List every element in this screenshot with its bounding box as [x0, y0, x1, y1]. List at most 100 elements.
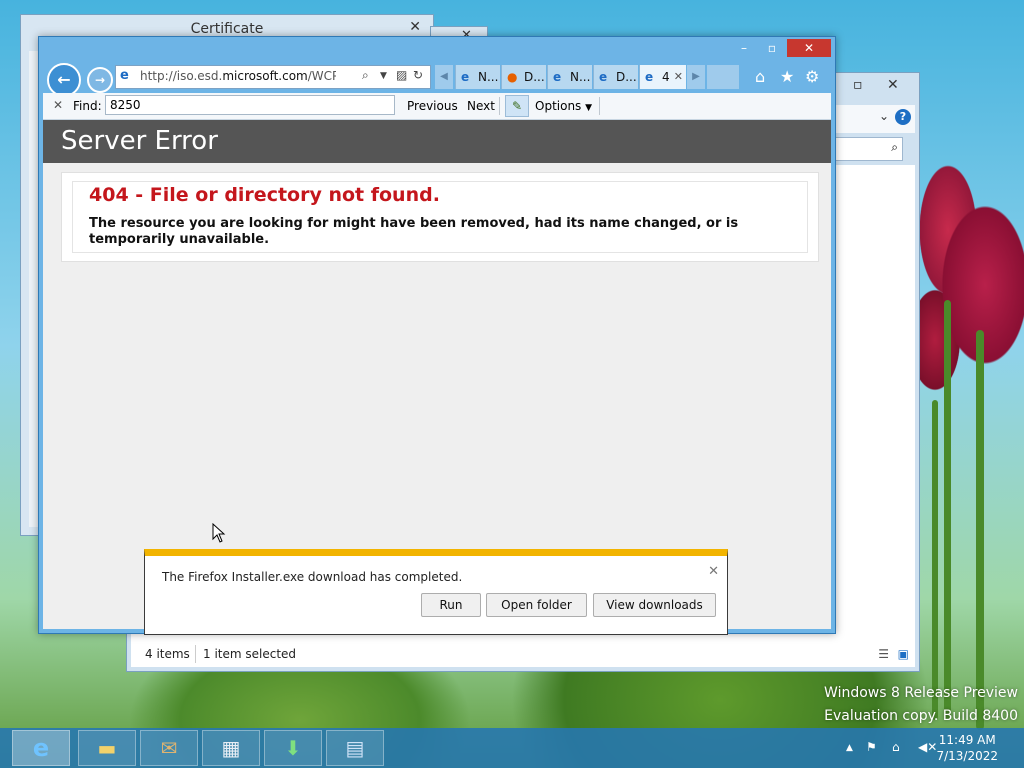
taskbar-internet-explorer[interactable]: e: [12, 730, 70, 766]
tab[interactable]: e D...: [593, 65, 638, 89]
network-icon[interactable]: ⌂: [892, 740, 900, 754]
gear-icon[interactable]: ⚙: [805, 67, 819, 86]
find-options-label: Options: [535, 99, 582, 113]
status-selection-count: 1 item selected: [203, 647, 297, 661]
ie-icon: e: [120, 68, 129, 83]
status-bar: 4 items 1 item selected ☰ ▣: [131, 641, 915, 667]
tab-scroll-right-icon[interactable]: ▶: [687, 65, 705, 89]
mouse-pointer-icon: [212, 523, 226, 543]
close-icon[interactable]: ✕: [887, 77, 899, 93]
run-button[interactable]: Run: [421, 593, 481, 617]
large-icons-view-icon[interactable]: ▣: [898, 647, 909, 661]
help-icon[interactable]: ?: [895, 109, 911, 125]
close-icon[interactable]: ✕: [708, 564, 719, 579]
tulip-stem: [944, 300, 951, 720]
address-bar[interactable]: e http://iso.esd.microsoft.com/WCPDL/BD'…: [115, 65, 431, 89]
find-divider: [599, 97, 600, 115]
chevron-down-icon[interactable]: ▼: [380, 71, 387, 81]
tab-label: 4: [662, 70, 670, 84]
find-label: Find:: [73, 99, 102, 113]
navigation-bar: ← → e http://iso.esd.microsoft.com/WCPDL…: [39, 61, 835, 97]
show-hidden-icons[interactable]: ▲: [846, 743, 853, 753]
compatibility-view-icon[interactable]: ▨: [396, 68, 407, 82]
status-divider: [195, 645, 196, 663]
tab-scroll-left-icon[interactable]: ◀: [435, 65, 453, 89]
find-previous-button[interactable]: Previous: [407, 99, 458, 113]
maximize-icon[interactable]: ▫: [853, 77, 863, 93]
ie-icon: e: [553, 70, 562, 84]
url-domain: microsoft.com: [222, 69, 308, 83]
error-message: The resource you are looking for might h…: [89, 216, 739, 247]
find-input[interactable]: [105, 95, 395, 115]
control-panel-icon: ▤: [345, 736, 365, 760]
view-downloads-button[interactable]: View downloads: [593, 593, 716, 617]
calendar-icon: ▦: [221, 736, 241, 760]
download-notification: The Firefox Installer.exe download has c…: [144, 549, 728, 635]
favorites-icon[interactable]: ★: [780, 67, 794, 86]
close-button[interactable]: ✕: [787, 39, 831, 57]
tab-active[interactable]: e 4 ✕: [639, 65, 686, 89]
close-icon[interactable]: ✕: [409, 19, 421, 35]
refresh-icon[interactable]: ↻: [413, 68, 423, 82]
minimize-button[interactable]: –: [731, 39, 757, 57]
tab-label: D...: [616, 70, 637, 84]
certificate-icon: ✉: [160, 736, 178, 760]
status-item-count: 4 items: [145, 647, 190, 661]
error-panel-inner: 404 - File or directory not found. The r…: [72, 181, 808, 253]
error-heading: 404 - File or directory not found.: [89, 184, 440, 206]
taskbar-file-explorer[interactable]: ▬: [78, 730, 136, 766]
taskbar-control-panel[interactable]: ▤: [326, 730, 384, 766]
download-message: The Firefox Installer.exe download has c…: [162, 570, 463, 584]
tab[interactable]: e N...: [455, 65, 500, 89]
maximize-button[interactable]: ▫: [759, 39, 785, 57]
system-clock[interactable]: 11:49 AM 7/13/2022: [936, 732, 998, 764]
url-path: /WCPDL/BD': [307, 69, 336, 83]
watermark-line2: Evaluation copy. Build 8400: [824, 708, 1018, 724]
taskbar-task-scheduler[interactable]: ▦: [202, 730, 260, 766]
tab-label: N...: [570, 70, 591, 84]
tab-label: D...: [524, 70, 545, 84]
download-icon: ⬇: [284, 736, 302, 760]
ie-icon: e: [461, 70, 470, 84]
address-url[interactable]: http://iso.esd.microsoft.com/WCPDL/BD': [140, 69, 336, 83]
close-icon[interactable]: ✕: [53, 98, 63, 112]
chevron-down-icon[interactable]: ⌄: [879, 109, 889, 123]
open-folder-button[interactable]: Open folder: [486, 593, 587, 617]
tulip-stem: [932, 400, 938, 720]
find-next-button[interactable]: Next: [467, 99, 495, 113]
tab-label: N...: [478, 70, 499, 84]
search-icon[interactable]: ⌕: [362, 68, 369, 83]
ie-icon: e: [599, 70, 608, 84]
page-title: Server Error: [43, 120, 831, 163]
tab[interactable]: e N...: [547, 65, 592, 89]
new-tab-button[interactable]: [707, 65, 739, 89]
details-view-icon[interactable]: ☰: [878, 647, 889, 661]
browser-window[interactable]: – ▫ ✕ ← → e http://iso.esd.microsoft.com…: [38, 36, 836, 634]
tulip-stem: [976, 330, 984, 730]
clock-time: 11:49 AM: [938, 733, 996, 747]
error-panel: 404 - File or directory not found. The r…: [61, 172, 819, 262]
tab[interactable]: ● D...: [501, 65, 546, 89]
find-options-button[interactable]: Options ▼: [535, 99, 592, 113]
ie-icon: e: [32, 734, 50, 762]
volume-muted-icon[interactable]: ◀✕: [918, 740, 937, 754]
search-icon[interactable]: ⌕: [891, 140, 898, 155]
highlight-icon[interactable]: ✎: [505, 95, 529, 117]
forward-button[interactable]: →: [87, 67, 113, 93]
back-button[interactable]: ←: [47, 63, 81, 97]
home-icon[interactable]: ⌂: [755, 67, 765, 86]
find-divider: [499, 97, 500, 115]
watermark-line1: Windows 8 Release Preview: [824, 685, 1018, 701]
certificate-window-title: Certificate: [190, 21, 264, 37]
chevron-down-icon: ▼: [585, 103, 593, 113]
find-bar: ✕ Find: Previous Next ✎ Options ▼: [43, 93, 831, 120]
taskbar-certificate-manager[interactable]: ✉: [140, 730, 198, 766]
ie-icon: e: [645, 70, 654, 84]
firefox-icon: ●: [507, 70, 518, 84]
close-tab-icon[interactable]: ✕: [674, 65, 683, 89]
url-prefix: http://iso.esd.: [140, 69, 223, 83]
action-center-flag-icon[interactable]: ⚑: [866, 740, 877, 754]
taskbar-download-app[interactable]: ⬇: [264, 730, 322, 766]
folder-icon: ▬: [97, 736, 117, 760]
taskbar: e ▬ ✉ ▦ ⬇ ▤ ▲ ⚑ ⌂ ◀✕ 11:49 AM 7/13/2022: [0, 728, 1024, 768]
